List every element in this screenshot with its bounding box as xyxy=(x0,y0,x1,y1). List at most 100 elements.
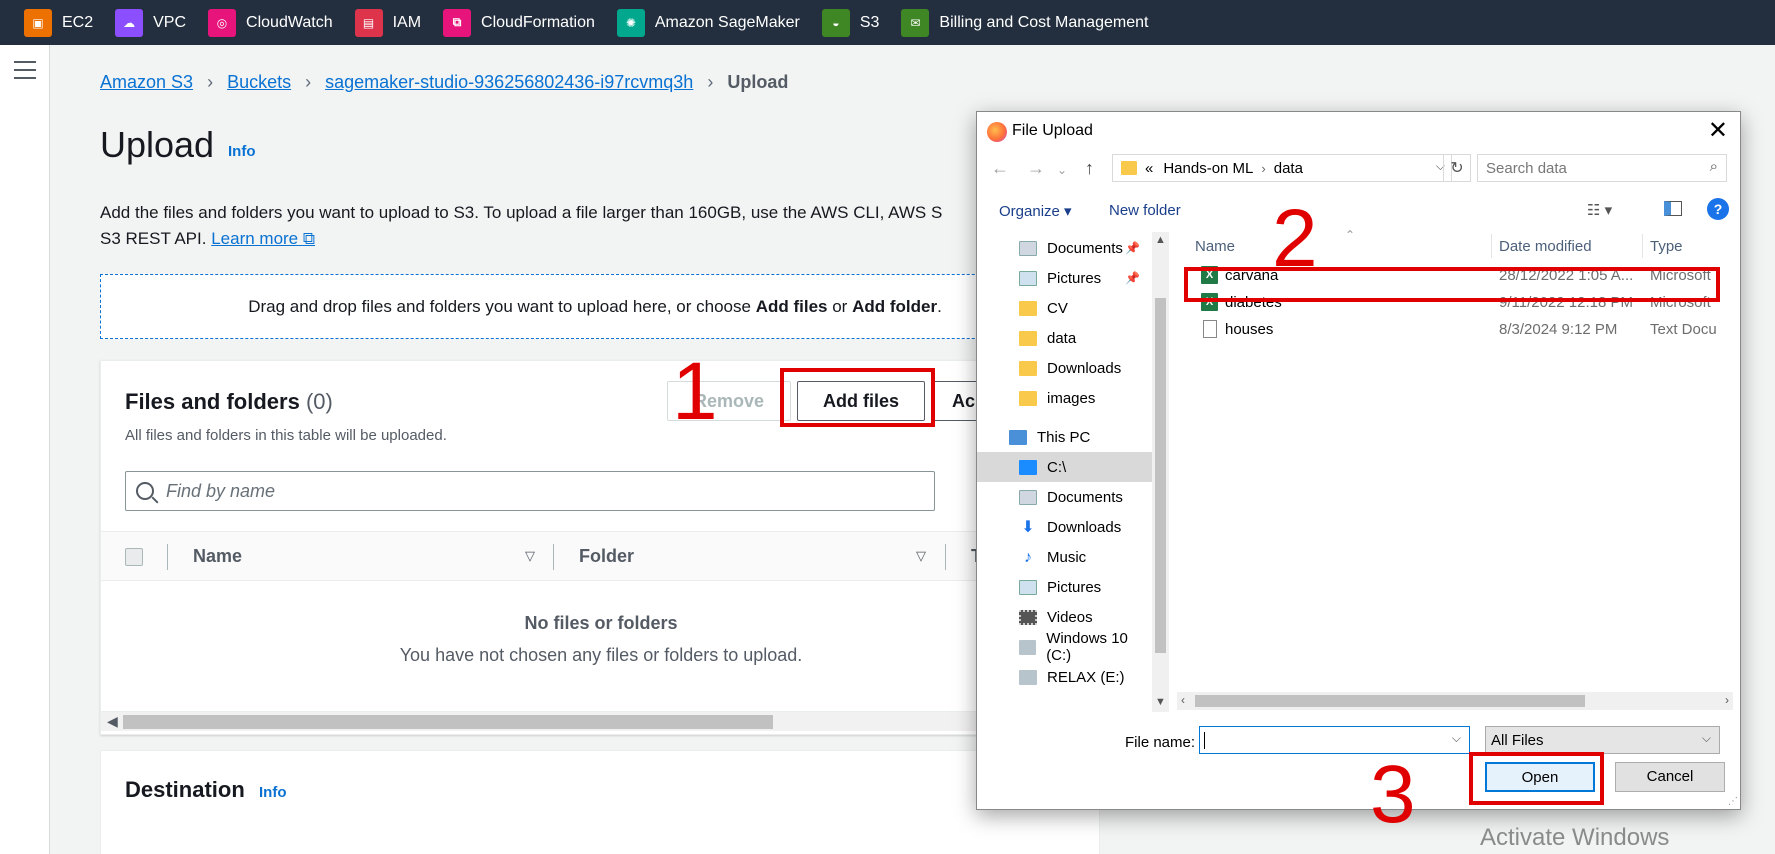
file-list-horizontal-scrollbar[interactable]: ‹ › xyxy=(1177,692,1733,710)
scroll-down-icon[interactable]: ▼ xyxy=(1155,696,1166,708)
column-type[interactable]: Type xyxy=(1650,238,1683,255)
search-icon xyxy=(136,482,154,500)
close-icon[interactable]: ✕ xyxy=(1708,116,1728,145)
files-and-folders-panel: Files and folders (0) All files and fold… xyxy=(100,360,1101,735)
folder-icon xyxy=(1019,390,1037,406)
service-ec2[interactable]: ▣ EC2 xyxy=(24,8,93,37)
scroll-up-icon[interactable]: ▲ xyxy=(1155,234,1166,246)
activate-windows-watermark: Activate Windows xyxy=(1480,824,1670,851)
service-s3[interactable]: ◒ S3 xyxy=(821,8,879,37)
preview-pane-icon[interactable] xyxy=(1664,201,1682,216)
nav-item-documents[interactable]: Documents xyxy=(977,482,1152,512)
column-name[interactable]: Name xyxy=(193,546,242,567)
downloads-icon: ⬇ xyxy=(1021,518,1035,536)
search-data-input[interactable]: Search data ⌕ xyxy=(1477,154,1727,182)
scroll-left-icon[interactable]: ◀ xyxy=(107,713,118,730)
organize-button[interactable]: Organize ▾ xyxy=(999,202,1072,220)
service-iam[interactable]: ▤ IAM xyxy=(354,8,421,37)
destination-info-link[interactable]: Info xyxy=(259,784,287,801)
nav-item-music[interactable]: ♪ Music xyxy=(977,542,1152,572)
page-info-link[interactable]: Info xyxy=(228,143,256,160)
pictures-icon xyxy=(1019,270,1037,286)
nav-item-downloads-folder[interactable]: Downloads xyxy=(977,353,1152,383)
nav-item-data[interactable]: data xyxy=(977,323,1152,353)
back-icon[interactable]: ← xyxy=(991,158,1009,179)
folder-icon xyxy=(1019,360,1037,376)
column-divider xyxy=(167,544,168,570)
refresh-icon[interactable]: ↻ xyxy=(1443,154,1471,182)
scrollbar-thumb[interactable] xyxy=(1155,298,1166,653)
firefox-icon xyxy=(987,122,1007,142)
documents-icon xyxy=(1019,240,1037,256)
file-name-input[interactable]: ⌵ xyxy=(1199,726,1470,754)
sort-icon[interactable]: ▽ xyxy=(525,548,535,564)
nav-item-windows-drive[interactable]: Windows 10 (C:) xyxy=(977,630,1152,664)
help-icon[interactable]: ? xyxy=(1707,198,1729,220)
breadcrumb-buckets[interactable]: Buckets xyxy=(227,72,291,93)
breadcrumb-bucket[interactable]: sagemaker-studio-936256802436-i97rcvmq3h xyxy=(325,72,693,93)
service-cloudformation[interactable]: ⧉ CloudFormation xyxy=(443,8,595,37)
nav-item-documents-pinned[interactable]: Documents 📌 xyxy=(977,233,1152,263)
column-divider xyxy=(553,544,554,570)
nav-item-cv[interactable]: CV xyxy=(977,293,1152,323)
path-segment[interactable]: Hands-on ML xyxy=(1163,160,1253,177)
nav-item-c-drive[interactable]: C:\ xyxy=(977,452,1152,482)
cloudwatch-icon: ◎ xyxy=(208,8,237,37)
up-folder-icon[interactable]: ↑ xyxy=(1085,158,1094,179)
scrollbar-thumb[interactable] xyxy=(1195,695,1585,707)
folder-icon xyxy=(1121,161,1137,175)
path-segment[interactable]: data xyxy=(1274,160,1303,177)
column-date-modified[interactable]: Date modified xyxy=(1499,238,1592,255)
nav-item-relax-drive[interactable]: RELAX (E:) xyxy=(977,662,1152,692)
find-by-name-input[interactable]: Find by name xyxy=(125,471,935,511)
nav-item-pictures[interactable]: Pictures xyxy=(977,572,1152,602)
view-options-icon[interactable]: ☷ ▾ xyxy=(1587,201,1612,219)
dialog-title: File Upload xyxy=(1012,122,1093,139)
new-folder-button[interactable]: New folder xyxy=(1109,202,1181,219)
scroll-left-icon[interactable]: ‹ xyxy=(1181,693,1185,707)
nav-item-this-pc[interactable]: This PC xyxy=(977,422,1152,452)
service-cloudwatch[interactable]: ◎ CloudWatch xyxy=(208,8,333,37)
nav-pane-scrollbar[interactable]: ▲ ▼ xyxy=(1152,232,1169,712)
pin-icon: 📌 xyxy=(1125,241,1140,255)
horizontal-scrollbar[interactable]: ◀ xyxy=(101,711,1101,731)
panel-subtitle: All files and folders in this table will… xyxy=(125,427,447,444)
breadcrumb-amazon-s3[interactable]: Amazon S3 xyxy=(100,72,193,93)
service-sagemaker[interactable]: ✺ Amazon SageMaker xyxy=(616,8,800,37)
sort-icon[interactable]: ▽ xyxy=(916,548,926,564)
recent-locations-icon[interactable]: ⌄ xyxy=(1057,163,1067,177)
nav-item-pictures-pinned[interactable]: Pictures 📌 xyxy=(977,263,1152,293)
drop-zone[interactable]: Drag and drop files and folders you want… xyxy=(100,274,1090,339)
column-folder[interactable]: Folder xyxy=(579,546,634,567)
service-billing[interactable]: ✉ Billing and Cost Management xyxy=(901,8,1148,37)
nav-item-images[interactable]: images xyxy=(977,383,1152,413)
menu-icon[interactable] xyxy=(14,61,36,79)
chevron-right-icon: › xyxy=(707,72,714,92)
cancel-button[interactable]: Cancel xyxy=(1615,762,1725,792)
annotation-box-open xyxy=(1469,752,1604,805)
annotation-number-3: 3 xyxy=(1370,749,1416,840)
this-pc-icon xyxy=(1009,429,1027,445)
select-all-checkbox[interactable] xyxy=(125,548,143,566)
forward-icon[interactable]: → xyxy=(1027,158,1045,179)
navigation-pane: Documents 📌 Pictures 📌 CV data Downloads i… xyxy=(977,232,1152,712)
nav-item-downloads[interactable]: ⬇ Downloads xyxy=(977,512,1152,542)
file-type-select[interactable]: All Files ⌵ xyxy=(1485,726,1720,754)
destination-title: Destination xyxy=(125,777,245,802)
chevron-down-icon[interactable]: ⌵ xyxy=(1452,731,1461,746)
learn-more-link[interactable]: Learn more ⧉ xyxy=(211,229,315,248)
service-vpc[interactable]: ☁ VPC xyxy=(115,8,186,37)
resize-grip-icon[interactable]: ⋰ xyxy=(1728,796,1738,807)
chevron-right-icon: › xyxy=(305,72,312,92)
nav-item-videos[interactable]: Videos xyxy=(977,602,1152,632)
scrollbar-thumb[interactable] xyxy=(123,715,773,729)
address-bar[interactable]: « Hands-on ML › data ⌵ xyxy=(1112,154,1452,182)
column-divider xyxy=(1491,234,1492,258)
file-row-houses[interactable]: houses 8/3/2024 9:12 PM Text Docu xyxy=(1177,316,1742,343)
folder-icon xyxy=(1019,300,1037,316)
chevron-right-icon: › xyxy=(207,72,214,92)
scroll-right-icon[interactable]: › xyxy=(1725,693,1729,707)
page-title: Upload xyxy=(100,124,215,165)
iam-icon: ▤ xyxy=(354,8,383,37)
column-name[interactable]: Name xyxy=(1195,238,1235,255)
